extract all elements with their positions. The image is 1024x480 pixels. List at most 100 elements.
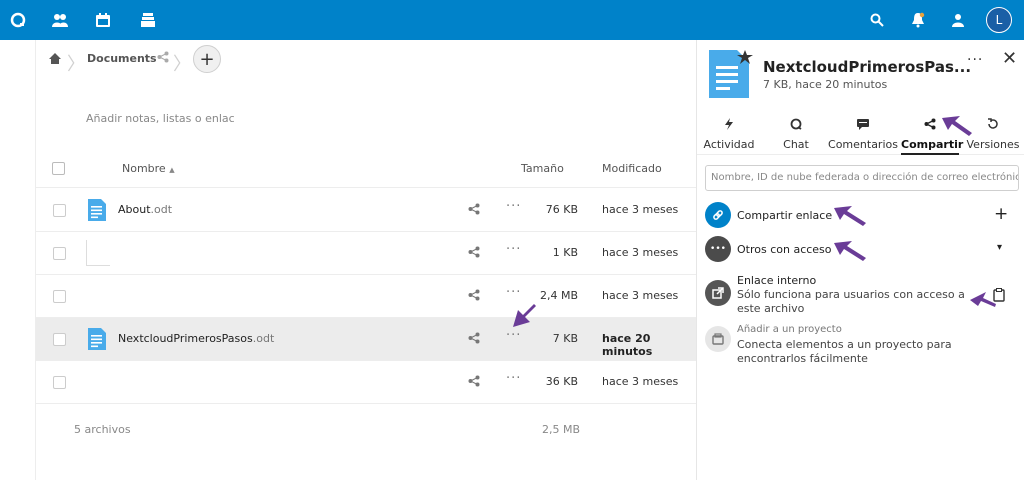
file-modified: hace 3 meses [602, 203, 679, 216]
file-modified: hace 3 meses [602, 375, 679, 388]
file-size: 2,4 MB [539, 289, 578, 302]
file-placeholder-icon [86, 240, 110, 266]
home-icon[interactable] [48, 52, 62, 68]
file-size: 76 KB [545, 203, 578, 216]
file-extension: .odt [150, 203, 173, 216]
share-icon[interactable] [468, 289, 480, 304]
deck-icon[interactable] [137, 9, 159, 31]
share-icon[interactable] [468, 375, 480, 390]
file-base-name: About [118, 203, 151, 216]
column-size[interactable]: Tamaño [521, 162, 564, 175]
tab-label: Comentarios [828, 138, 898, 151]
document-icon [88, 328, 106, 353]
breadcrumb: 〉 Documents 〉 + [36, 40, 696, 78]
sidebar-file-subtitle: 7 KB, hace 20 minutos [763, 78, 888, 91]
sidebar-more-actions-icon[interactable]: ··· [967, 52, 983, 68]
more-icon: ••• [705, 236, 731, 262]
table-row[interactable]: ··· 36 KB hace 3 meses [36, 361, 696, 404]
more-actions-icon[interactable]: ··· [506, 285, 521, 300]
tab-label: Chat [783, 138, 809, 151]
file-size: 7 KB [552, 332, 578, 345]
contacts-icon[interactable] [49, 9, 71, 31]
table-row[interactable]: ··· 2,4 MB hace 3 meses [36, 275, 696, 318]
file-table-header: Nombre ▲ Tamaño Modificado [36, 150, 696, 188]
internal-link-label: Enlace interno [737, 274, 817, 287]
sort-asc-icon: ▲ [169, 166, 175, 174]
share-search-input[interactable]: Nombre, ID de nube federada o dirección … [705, 165, 1019, 191]
sidebar-file-title[interactable]: NextcloudPrimerosPas... [763, 58, 973, 76]
more-actions-icon[interactable]: ··· [506, 328, 521, 343]
add-project-entry[interactable]: Añadir a un proyecto Conecta elementos a… [705, 324, 1019, 368]
share-link-label: Compartir enlace [737, 209, 833, 222]
nextcloud-logo-icon[interactable] [7, 9, 29, 31]
search-icon[interactable] [866, 9, 888, 31]
share-icon[interactable] [468, 203, 480, 218]
column-modified[interactable]: Modificado [602, 162, 662, 175]
more-actions-icon[interactable]: ··· [506, 242, 521, 257]
file-table-footer: 5 archivos 2,5 MB [36, 403, 696, 455]
table-row[interactable]: About.odt ··· 76 KB hace 3 meses [36, 189, 696, 232]
file-name[interactable]: About.odt [118, 203, 172, 216]
more-actions-icon[interactable]: ··· [506, 371, 521, 386]
tab-label: Versiones [966, 138, 1020, 151]
breadcrumb-separator: 〉 [173, 54, 191, 75]
row-checkbox[interactable] [53, 247, 66, 260]
add-project-label: Añadir a un proyecto [737, 324, 842, 335]
column-name[interactable]: Nombre ▲ [122, 162, 175, 175]
file-size: 1 KB [552, 246, 578, 259]
tab-activity[interactable]: Actividad [697, 115, 761, 155]
new-file-button[interactable]: + [193, 45, 221, 73]
notifications-icon[interactable] [907, 9, 929, 31]
total-size: 2,5 MB [542, 423, 581, 436]
table-row[interactable]: ··· 1 KB hace 3 meses [36, 232, 696, 275]
chat-icon [771, 118, 821, 136]
breadcrumb-separator: 〉 [67, 54, 85, 75]
more-actions-icon[interactable]: ··· [506, 199, 521, 214]
annotation-arrow [513, 304, 536, 327]
tab-label: Compartir [901, 138, 964, 151]
file-extension: .odt [252, 332, 275, 345]
annotation-arrow [834, 206, 866, 226]
breadcrumb-documents[interactable]: Documents [87, 52, 157, 65]
document-icon [88, 199, 106, 224]
lightning-icon [697, 118, 761, 136]
tab-chat[interactable]: Chat [771, 115, 821, 155]
comment-icon [827, 118, 899, 136]
external-link-icon [705, 280, 731, 306]
link-icon [705, 202, 731, 228]
project-icon [705, 326, 731, 352]
file-modified: hace 20 minutos [602, 332, 653, 358]
select-all-checkbox[interactable] [52, 162, 65, 175]
annotation-arrow [834, 241, 866, 261]
file-count: 5 archivos [74, 423, 131, 436]
share-icon[interactable] [157, 51, 169, 66]
annotation-arrow [970, 292, 996, 307]
contacts-menu-icon[interactable] [947, 9, 969, 31]
others-access-label: Otros con acceso [737, 243, 832, 256]
calendar-icon[interactable] [92, 9, 114, 31]
add-icon[interactable]: + [994, 204, 1008, 224]
row-checkbox[interactable] [53, 376, 66, 389]
sidebar-tabs: Actividad Chat Comentarios Compartir Ver… [697, 115, 1024, 155]
row-checkbox[interactable] [53, 333, 66, 346]
rich-workspace-placeholder[interactable]: Añadir notas, listas o enlac [86, 112, 235, 125]
file-modified: hace 3 meses [602, 246, 679, 259]
file-modified: hace 3 meses [602, 289, 679, 302]
row-checkbox[interactable] [53, 290, 66, 303]
user-avatar[interactable]: L [986, 7, 1012, 33]
internal-link-description: Sólo funciona para usuarios con acceso a… [737, 288, 965, 315]
chevron-down-icon[interactable]: ▾ [997, 242, 1002, 253]
tab-comments[interactable]: Comentarios [827, 115, 899, 155]
share-icon[interactable] [468, 332, 480, 347]
row-checkbox[interactable] [53, 204, 66, 217]
file-name[interactable]: NextcloudPrimerosPasos.odt [118, 332, 274, 345]
annotation-arrow [942, 116, 972, 136]
tab-label: Actividad [703, 138, 755, 151]
share-icon[interactable] [468, 246, 480, 261]
close-icon[interactable]: ✕ [1002, 48, 1017, 69]
table-row-selected[interactable]: NextcloudPrimerosPasos.odt ··· 7 KB hace… [36, 318, 696, 361]
file-size: 36 KB [545, 375, 578, 388]
file-base-name: NextcloudPrimerosPasos [118, 332, 253, 345]
column-name-label: Nombre [122, 162, 166, 175]
document-large-icon [709, 50, 755, 101]
